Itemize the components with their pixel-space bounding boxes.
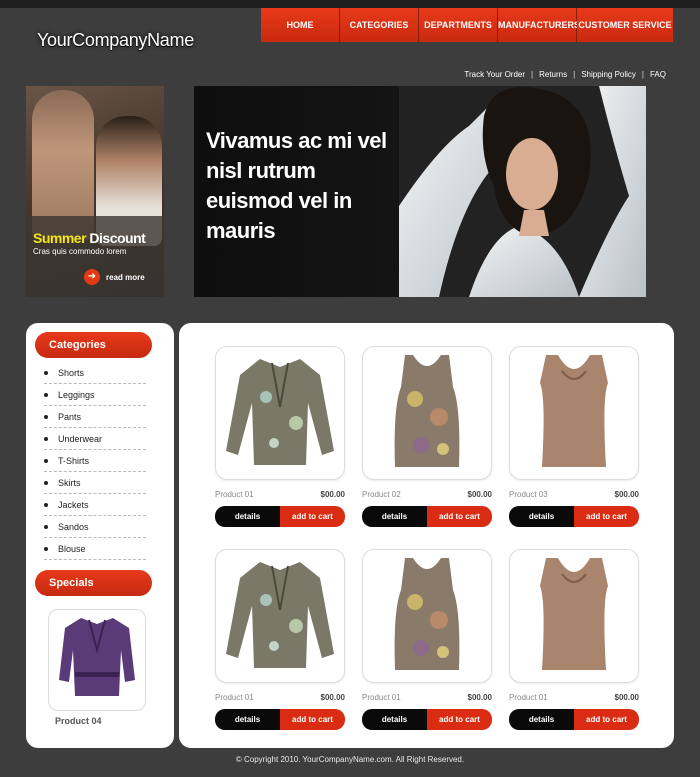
category-item-pants[interactable]: Pants <box>44 407 146 428</box>
category-item-underwear[interactable]: Underwear <box>44 429 146 450</box>
add-to-cart-button[interactable]: add to cart <box>574 506 639 527</box>
product-meta: Product 01 $00.00 <box>215 490 345 499</box>
special-product-name[interactable]: Product 04 <box>55 716 102 726</box>
product-card: Product 01 $00.00 details add to cart <box>362 549 492 730</box>
separator: | <box>531 70 534 79</box>
category-item-jackets[interactable]: Jackets <box>44 495 146 516</box>
product-meta: Product 01 $00.00 <box>509 693 639 702</box>
details-button[interactable]: details <box>362 506 427 527</box>
product-actions: details add to cart <box>509 506 639 527</box>
link-faq[interactable]: FAQ <box>650 70 666 79</box>
main-nav: HOME CATEGORIES DEPARTMENTS MANUFACTURER… <box>261 8 673 42</box>
hero-headline: Vivamus ac mi vel nisl rutrum euismod ve… <box>206 128 387 243</box>
add-to-cart-button[interactable]: add to cart <box>427 709 492 730</box>
read-more-link[interactable]: ➜ read more <box>84 269 145 285</box>
product-image[interactable] <box>215 346 345 480</box>
product-card: Product 01 $00.00 details add to cart <box>215 549 345 730</box>
categories-heading: Categories <box>35 332 152 358</box>
category-item-blouse[interactable]: Blouse <box>44 539 146 560</box>
add-to-cart-button[interactable]: add to cart <box>280 709 345 730</box>
nav-manufacturers[interactable]: MANUFACTURERS <box>498 8 580 42</box>
product-name[interactable]: Product 01 <box>362 693 401 702</box>
blouse-icon <box>540 355 608 467</box>
nav-home[interactable]: HOME <box>261 8 340 42</box>
product-name[interactable]: Product 01 <box>215 693 254 702</box>
promo-title: Summer Discount <box>33 230 146 246</box>
footer-copyright: © Copyright 2010. YourCompanyName.com. A… <box>235 755 465 764</box>
product-card: Product 03 $00.00 details add to cart <box>509 346 639 527</box>
sidebar: Categories Shorts Leggings Pants Underwe… <box>26 323 174 748</box>
product-image[interactable] <box>215 549 345 683</box>
product-card: Product 01 $00.00 details add to cart <box>215 346 345 527</box>
product-image[interactable] <box>509 549 639 683</box>
link-shipping-policy[interactable]: Shipping Policy <box>581 70 636 79</box>
category-list: Shorts Leggings Pants Underwear T-Shirts… <box>44 363 146 561</box>
category-item-sandos[interactable]: Sandos <box>44 517 146 538</box>
jacket-icon <box>226 359 334 465</box>
add-to-cart-button[interactable]: add to cart <box>280 506 345 527</box>
product-actions: details add to cart <box>362 506 492 527</box>
product-name[interactable]: Product 03 <box>509 490 548 499</box>
product-price: $00.00 <box>320 693 345 702</box>
product-card: Product 02 $00.00 details add to cart <box>362 346 492 527</box>
summer-discount-promo[interactable]: Summer Discount Cras quis commodo lorem … <box>26 86 164 297</box>
separator: | <box>641 70 644 79</box>
product-price: $00.00 <box>467 490 492 499</box>
tank-top-icon <box>394 558 460 670</box>
product-name[interactable]: Product 01 <box>509 693 548 702</box>
tank-top-icon <box>394 355 460 467</box>
category-item-leggings[interactable]: Leggings <box>44 385 146 406</box>
nav-categories[interactable]: CATEGORIES <box>340 8 419 42</box>
details-button[interactable]: details <box>509 709 574 730</box>
product-name[interactable]: Product 01 <box>215 490 254 499</box>
hero-model-image <box>399 86 646 297</box>
add-to-cart-button[interactable]: add to cart <box>427 506 492 527</box>
product-meta: Product 03 $00.00 <box>509 490 639 499</box>
product-grid: Product 01 $00.00 details add to cart Pr… <box>179 323 674 748</box>
category-item-shorts[interactable]: Shorts <box>44 363 146 384</box>
details-button[interactable]: details <box>362 709 427 730</box>
product-name[interactable]: Product 02 <box>362 490 401 499</box>
promo-subtitle: Cras quis commodo lorem <box>33 247 127 256</box>
product-actions: details add to cart <box>215 506 345 527</box>
product-image[interactable] <box>362 346 492 480</box>
link-track-order[interactable]: Track Your Order <box>464 70 525 79</box>
category-item-t-shirts[interactable]: T-Shirts <box>44 451 146 472</box>
product-meta: Product 01 $00.00 <box>362 693 492 702</box>
utility-links: Track Your Order | Returns | Shipping Policy… <box>464 70 666 79</box>
top-strip <box>0 0 700 8</box>
product-price: $00.00 <box>614 693 639 702</box>
product-actions: details add to cart <box>215 709 345 730</box>
arrow-right-icon: ➜ <box>84 269 100 285</box>
product-meta: Product 02 $00.00 <box>362 490 492 499</box>
product-price: $00.00 <box>320 490 345 499</box>
product-price: $00.00 <box>467 693 492 702</box>
product-card: Product 01 $00.00 details add to cart <box>509 549 639 730</box>
product-image[interactable] <box>362 549 492 683</box>
special-product-card[interactable] <box>48 609 146 711</box>
cardigan-icon <box>59 618 135 696</box>
link-returns[interactable]: Returns <box>539 70 567 79</box>
product-actions: details add to cart <box>362 709 492 730</box>
jacket-icon <box>226 562 334 668</box>
product-meta: Product 01 $00.00 <box>215 693 345 702</box>
category-item-skirts[interactable]: Skirts <box>44 473 146 494</box>
hero-banner: Vivamus ac mi vel nisl rutrum euismod ve… <box>194 86 646 297</box>
product-actions: details add to cart <box>509 709 639 730</box>
separator: | <box>573 70 576 79</box>
product-price: $00.00 <box>614 490 639 499</box>
details-button[interactable]: details <box>215 709 280 730</box>
add-to-cart-button[interactable]: add to cart <box>574 709 639 730</box>
nav-departments[interactable]: DEPARTMENTS <box>419 8 498 42</box>
nav-customer-service[interactable]: CUSTOMER SERVICE <box>577 8 673 42</box>
site-logo[interactable]: YourCompanyName <box>37 30 194 51</box>
details-button[interactable]: details <box>215 506 280 527</box>
details-button[interactable]: details <box>509 506 574 527</box>
specials-heading: Specials <box>35 570 152 596</box>
blouse-icon <box>540 558 608 670</box>
product-image[interactable] <box>509 346 639 480</box>
